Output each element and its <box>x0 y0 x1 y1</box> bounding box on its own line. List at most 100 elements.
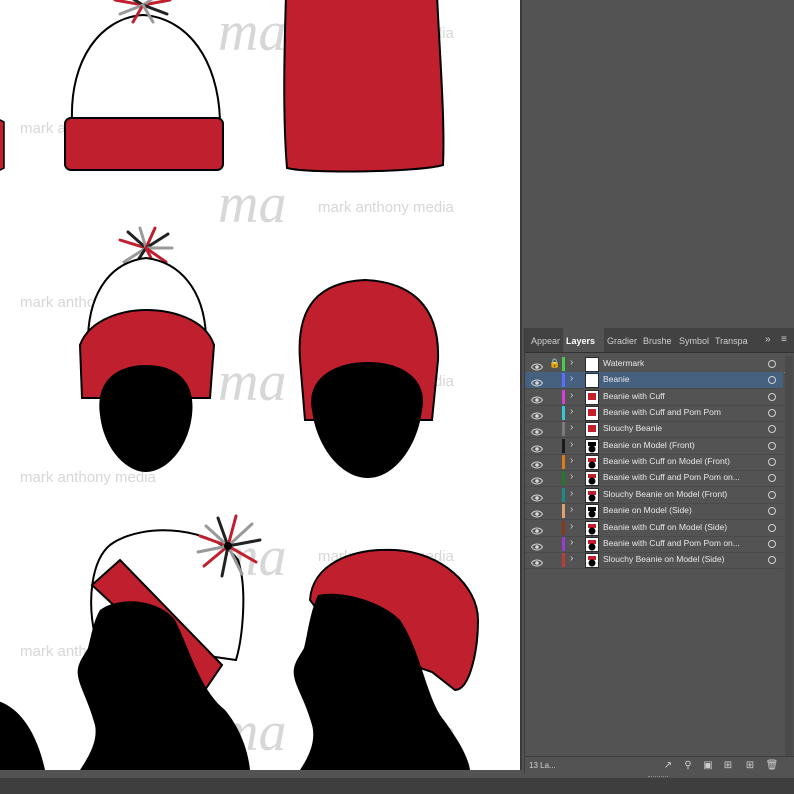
hamburger-icon[interactable]: ≡ <box>781 328 787 352</box>
chevron-right-icon[interactable]: › <box>570 521 573 532</box>
layer-color-swatch <box>562 373 565 388</box>
layer-color-swatch <box>562 422 565 437</box>
target-circle-icon[interactable] <box>768 458 776 467</box>
layer-color-swatch <box>562 455 565 470</box>
eye-icon[interactable] <box>530 506 544 518</box>
eye-icon[interactable] <box>530 408 544 420</box>
target-circle-icon[interactable] <box>768 539 776 548</box>
target-circle-icon[interactable] <box>768 392 776 401</box>
layer-row[interactable]: › Beanie with Cuff on Model (Side) <box>525 520 783 537</box>
resize-grip[interactable] <box>648 776 668 780</box>
layer-row[interactable]: › Beanie with Cuff and Pom Pom on... <box>525 470 783 488</box>
layer-count: 13 La... <box>529 761 556 770</box>
artboard-canvas[interactable]: ma ma ma ma ma mark anthony media mark a… <box>0 0 520 770</box>
panel-footer: 13 La... ↗ ⚲ ▣ ⊞ ⊞ 🗑 <box>525 756 794 775</box>
tab-symbols[interactable]: Symbol <box>679 328 711 352</box>
target-circle-icon[interactable] <box>768 507 776 516</box>
eye-icon[interactable] <box>530 539 544 551</box>
artwork: ma ma ma ma ma mark anthony media mark a… <box>0 0 480 770</box>
chevron-right-icon[interactable]: › <box>570 504 573 515</box>
target-circle-icon[interactable] <box>768 474 776 483</box>
chevron-right-icon[interactable]: › <box>570 390 573 401</box>
layer-row[interactable]: › Beanie with Cuff and Pom Pom on... <box>525 536 783 553</box>
clipping-mask-icon[interactable]: ▣ <box>701 759 715 773</box>
layer-name[interactable]: Beanie with Cuff and Pom Pom on... <box>603 472 753 482</box>
layer-name[interactable]: Beanie with Cuff and Pom Pom <box>603 407 753 417</box>
double-chevron-right-icon[interactable]: » <box>765 328 771 352</box>
new-sublayer-icon[interactable]: ⊞ <box>721 759 735 773</box>
layer-name[interactable]: Beanie <box>603 374 753 384</box>
layer-name[interactable]: Watermark <box>603 358 753 368</box>
layer-row[interactable]: › Beanie with Cuff and Pom Pom <box>525 405 783 423</box>
layer-row[interactable]: › Slouchy Beanie on Model (Front) <box>525 487 783 504</box>
slouchy-side-model <box>293 548 480 770</box>
status-bar <box>0 776 794 794</box>
layer-row[interactable]: › Beanie on Model (Side) <box>525 503 783 521</box>
layer-thumbnail <box>585 471 599 487</box>
eye-icon[interactable] <box>530 473 544 485</box>
export-icon[interactable]: ↗ <box>661 759 675 773</box>
tab-transparency[interactable]: Transpa <box>715 328 749 352</box>
layer-row[interactable]: › Beanie on Model (Front) <box>525 438 783 455</box>
eye-icon[interactable] <box>530 359 544 371</box>
layer-row[interactable]: › Slouchy Beanie on Model (Side) <box>525 552 783 570</box>
eye-icon[interactable] <box>530 441 544 453</box>
layer-name[interactable]: Slouchy Beanie on Model (Front) <box>603 489 753 499</box>
layer-name[interactable]: Beanie with Cuff on Model (Side) <box>603 522 753 532</box>
eye-icon[interactable] <box>530 523 544 534</box>
layer-name[interactable]: Beanie on Model (Front) <box>603 440 753 450</box>
layer-row[interactable]: › Beanie with Cuff <box>525 389 783 406</box>
layer-thumbnail <box>585 406 599 422</box>
layer-name[interactable]: Beanie with Cuff <box>603 391 753 401</box>
chevron-right-icon[interactable]: › <box>570 537 573 548</box>
svg-text:ma: ma <box>218 351 286 413</box>
clipped-beanie-edge <box>0 119 5 171</box>
chevron-right-icon[interactable]: › <box>570 357 573 368</box>
eye-icon[interactable] <box>530 457 544 469</box>
tab-layers[interactable]: Layers <box>563 328 604 352</box>
eye-icon[interactable] <box>530 555 544 567</box>
chevron-right-icon[interactable]: › <box>570 455 573 466</box>
eye-icon[interactable] <box>530 424 544 436</box>
target-circle-icon[interactable] <box>768 556 776 565</box>
layer-name[interactable]: Beanie with Cuff on Model (Front) <box>603 456 753 466</box>
layer-thumbnail <box>585 422 599 438</box>
layer-row[interactable]: 🔒 › Watermark <box>525 356 783 373</box>
chevron-right-icon[interactable]: › <box>570 422 573 433</box>
tab-brushes[interactable]: Brushe <box>643 328 675 352</box>
layer-thumbnail <box>585 373 599 389</box>
layer-name[interactable]: Slouchy Beanie <box>603 423 753 433</box>
tab-gradient[interactable]: Gradier <box>607 328 639 352</box>
layer-row[interactable]: › Beanie with Cuff on Model (Front) <box>525 454 783 472</box>
svg-text:ma: ma <box>218 173 286 235</box>
trash-icon[interactable]: 🗑 <box>765 759 779 773</box>
beanie-cuff-top <box>64 0 224 171</box>
target-circle-icon[interactable] <box>768 523 776 532</box>
layer-name[interactable]: Beanie with Cuff and Pom Pom on... <box>603 538 753 548</box>
chevron-right-icon[interactable]: › <box>570 553 573 564</box>
chevron-right-icon[interactable]: › <box>570 488 573 499</box>
eye-icon[interactable] <box>530 392 544 404</box>
layer-name[interactable]: Beanie on Model (Side) <box>603 505 753 515</box>
target-circle-icon[interactable] <box>768 360 776 368</box>
target-circle-icon[interactable] <box>768 409 776 418</box>
tab-appearance[interactable]: Appear <box>531 328 563 352</box>
chevron-right-icon[interactable]: › <box>570 373 573 384</box>
search-icon[interactable]: ⚲ <box>681 759 695 773</box>
chevron-right-icon[interactable]: › <box>570 439 573 450</box>
layer-color-swatch <box>562 553 565 568</box>
eye-icon[interactable] <box>530 375 544 387</box>
layer-row[interactable]: › Beanie <box>525 372 789 390</box>
target-circle-icon[interactable] <box>768 376 776 385</box>
target-circle-icon[interactable] <box>768 490 776 499</box>
chevron-right-icon[interactable]: › <box>570 406 573 417</box>
target-circle-icon[interactable] <box>768 441 776 450</box>
lock-icon[interactable]: 🔒 <box>549 358 560 369</box>
layer-name[interactable]: Slouchy Beanie on Model (Side) <box>603 554 753 564</box>
chevron-right-icon[interactable]: › <box>570 471 573 482</box>
target-circle-icon[interactable] <box>768 425 776 434</box>
layer-row[interactable]: › Slouchy Beanie <box>525 421 783 439</box>
eye-icon[interactable] <box>530 490 544 502</box>
new-layer-icon[interactable]: ⊞ <box>743 759 757 773</box>
layers-scrollbar[interactable] <box>785 356 793 756</box>
